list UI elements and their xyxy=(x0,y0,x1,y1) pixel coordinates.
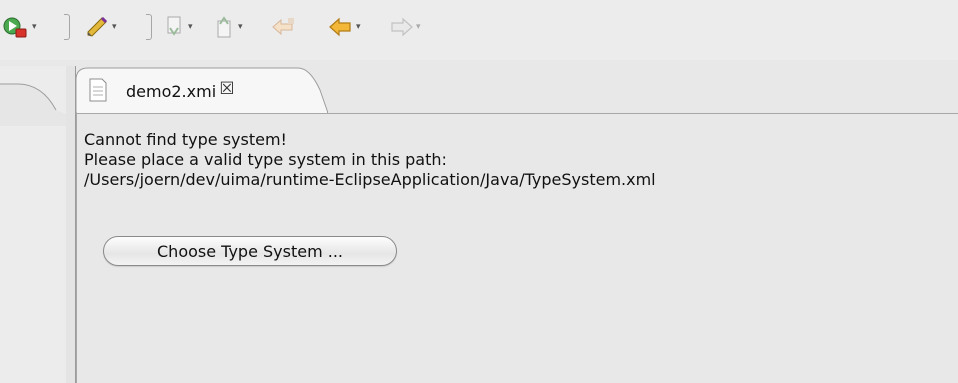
annotate-pen-icon xyxy=(87,16,108,37)
close-icon: ☒ xyxy=(219,79,235,99)
previous-annotation-dropdown-arrow[interactable]: ▾ xyxy=(238,22,243,32)
toolbar-separator xyxy=(146,14,152,40)
forward-dropdown-arrow[interactable]: ▾ xyxy=(416,22,421,32)
editor-tab-label: demo2.xmi xyxy=(126,82,217,101)
forward-button[interactable]: ▾ xyxy=(388,15,421,39)
error-message-line: Cannot find type system! xyxy=(84,130,287,149)
annotate-button[interactable]: ▾ xyxy=(84,15,117,39)
error-message-line: Please place a valid type system in this… xyxy=(84,150,447,169)
main-toolbar: ▾ ▾ ▾ ▾ ▾ ▾ xyxy=(0,0,958,60)
next-annotation-icon xyxy=(167,16,181,36)
run-dropdown-arrow[interactable]: ▾ xyxy=(32,22,37,32)
run-button[interactable]: ▾ xyxy=(2,15,37,39)
choose-type-system-button[interactable]: Choose Type System ... xyxy=(103,236,397,266)
next-annotation-button[interactable]: ▾ xyxy=(164,15,193,39)
previous-annotation-icon xyxy=(217,16,231,38)
run-icon xyxy=(3,17,27,38)
document-icon xyxy=(89,78,107,102)
back-icon xyxy=(329,17,351,37)
tab-close-button[interactable]: ☒ xyxy=(218,79,236,99)
left-view-tab-edge xyxy=(0,83,66,126)
error-message: Cannot find type system! Please place a … xyxy=(84,130,656,190)
toolbar-separator xyxy=(64,14,70,40)
annotate-dropdown-arrow[interactable]: ▾ xyxy=(112,22,117,32)
last-edit-location-button[interactable] xyxy=(270,15,300,39)
forward-icon xyxy=(391,17,413,37)
last-edit-location-icon xyxy=(272,18,294,36)
previous-annotation-button[interactable]: ▾ xyxy=(214,15,243,39)
back-dropdown-arrow[interactable]: ▾ xyxy=(356,22,361,32)
type-system-path: /Users/joern/dev/uima/runtime-EclipseApp… xyxy=(84,170,656,189)
view-sash[interactable] xyxy=(66,66,76,383)
back-button[interactable]: ▾ xyxy=(328,15,361,39)
next-annotation-dropdown-arrow[interactable]: ▾ xyxy=(188,22,193,32)
